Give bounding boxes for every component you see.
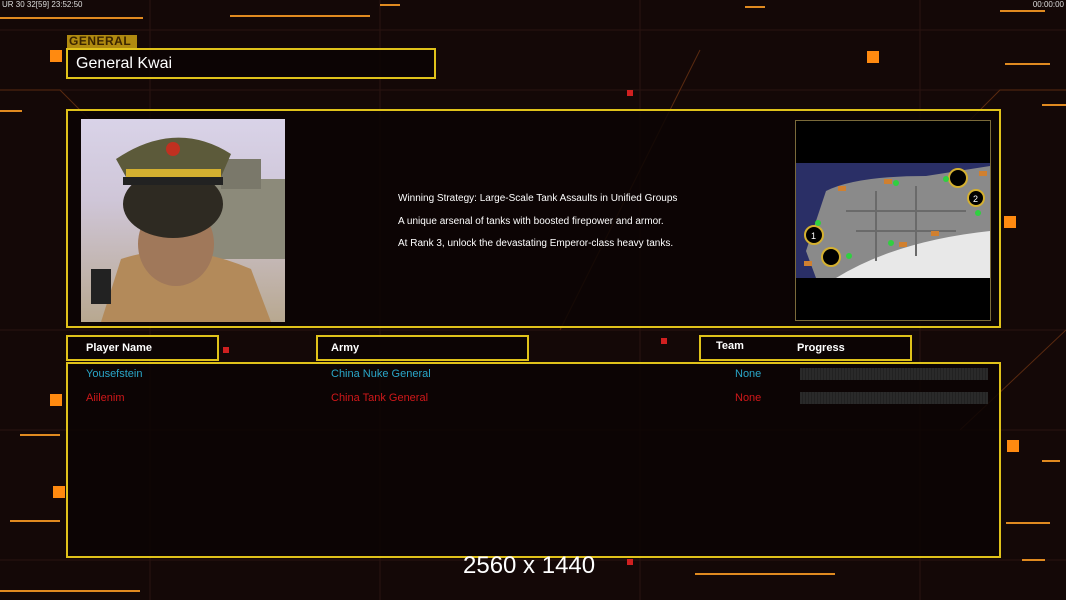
player-progress-bar	[800, 392, 988, 404]
general-info-panel: Winning Strategy: Large-Scale Tank Assau…	[66, 109, 1001, 328]
hud-clock: 00:00:00	[1032, 0, 1064, 9]
player-team: None	[735, 368, 762, 380]
player-team: None	[735, 392, 762, 404]
start-position-1: 1	[811, 231, 816, 241]
header-team-progress: Team Progress	[699, 335, 912, 361]
player-army: China Tank General	[331, 392, 429, 404]
resolution-overlay: 2560 x 1440	[463, 552, 596, 579]
player-army: China Nuke General	[331, 368, 431, 380]
player-list: Yousefstein China Nuke General None Aiil…	[66, 362, 1001, 558]
player-name: Yousefstein	[86, 368, 143, 380]
start-position-2: 2	[973, 194, 978, 204]
header-army: Army	[316, 335, 529, 361]
header-player-name: Player Name	[66, 335, 219, 361]
minimap: 1 2	[795, 120, 991, 321]
strategy-text: Winning Strategy: Large-Scale Tank Assau…	[398, 193, 678, 204]
header-progress: Progress	[797, 342, 845, 354]
rank-text: At Rank 3, unlock the devastating Empero…	[398, 238, 674, 249]
general-name-title: General Kwai	[66, 48, 436, 79]
header-team: Team	[716, 340, 744, 352]
player-name: Aiilenim	[86, 392, 125, 404]
general-portrait	[81, 119, 285, 322]
general-tag: GENERAL	[67, 35, 137, 48]
description-text: A unique arsenal of tanks with boosted f…	[398, 216, 664, 227]
player-progress-bar	[800, 368, 988, 380]
hud-info: UR 30 32[59] 23:52:50	[2, 0, 83, 9]
